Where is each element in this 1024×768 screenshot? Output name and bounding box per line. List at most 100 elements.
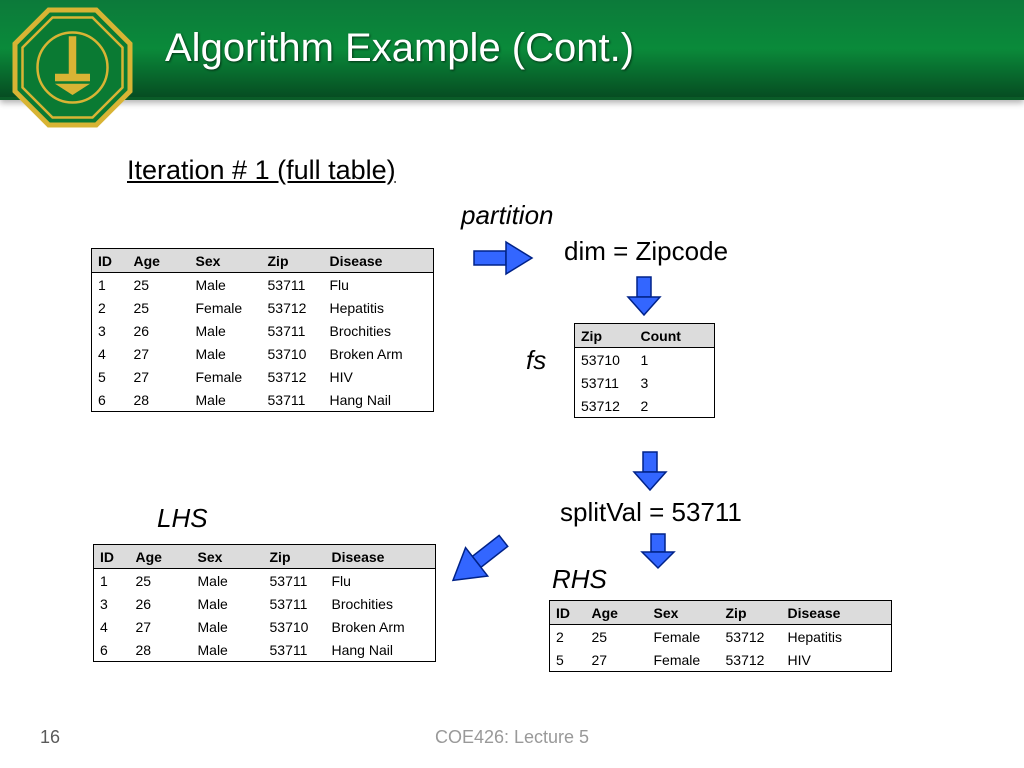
table-cell: Flu: [326, 569, 436, 593]
table-cell: 53711: [264, 592, 326, 615]
table-cell: 53711: [262, 319, 324, 342]
table-cell: 1: [94, 569, 130, 593]
table-header: Zip: [575, 324, 635, 348]
rhs-label: RHS: [552, 564, 607, 595]
table-cell: Flu: [324, 273, 434, 297]
full-table: IDAgeSexZipDisease125Male53711Flu225Fema…: [91, 248, 434, 412]
table-header: Zip: [262, 249, 324, 273]
table-header: Age: [586, 601, 648, 625]
table-header: Sex: [192, 545, 264, 569]
slide-header: Algorithm Example (Cont.): [0, 0, 1024, 100]
table-cell: 53711: [264, 569, 326, 593]
table-row: 628Male53711Hang Nail: [94, 638, 436, 662]
table-header: Sex: [190, 249, 262, 273]
table-cell: 3: [92, 319, 128, 342]
footer-text: COE426: Lecture 5: [0, 727, 1024, 748]
table-header: Disease: [326, 545, 436, 569]
table-row: 125Male53711Flu: [92, 273, 434, 297]
table-cell: Hang Nail: [324, 388, 434, 412]
table-cell: 25: [586, 625, 648, 649]
table-cell: HIV: [324, 365, 434, 388]
table-cell: 53712: [575, 394, 635, 418]
table-header: ID: [92, 249, 128, 273]
table-header: Sex: [648, 601, 720, 625]
rhs-table: IDAgeSexZipDisease225Female53712Hepatiti…: [549, 600, 892, 672]
table-cell: 27: [128, 365, 190, 388]
table-row: 427Male53710Broken Arm: [94, 615, 436, 638]
table-cell: 2: [635, 394, 715, 418]
table-cell: 53710: [264, 615, 326, 638]
table-cell: 26: [128, 319, 190, 342]
table-cell: Brochities: [324, 319, 434, 342]
table-header: Age: [130, 545, 192, 569]
table-cell: 3: [635, 371, 715, 394]
table-header: Zip: [720, 601, 782, 625]
table-cell: Hepatitis: [782, 625, 892, 649]
zip-count-table: ZipCount537101537113537122: [574, 323, 715, 418]
table-row: 326Male53711Brochities: [92, 319, 434, 342]
table-cell: 53712: [720, 648, 782, 672]
table-cell: 53712: [262, 296, 324, 319]
table-row: 225Female53712Hepatitis: [550, 625, 892, 649]
table-cell: 53710: [262, 342, 324, 365]
table-cell: 53711: [262, 273, 324, 297]
table-cell: 28: [128, 388, 190, 412]
table-cell: Male: [190, 273, 262, 297]
table-cell: 6: [94, 638, 130, 662]
table-cell: Male: [190, 319, 262, 342]
partition-label: partition: [461, 200, 554, 231]
table-cell: 5: [92, 365, 128, 388]
table-cell: 27: [586, 648, 648, 672]
table-row: 326Male53711Brochities: [94, 592, 436, 615]
table-cell: 4: [92, 342, 128, 365]
table-header: Zip: [264, 545, 326, 569]
table-header: ID: [550, 601, 586, 625]
arrow-down-icon: [638, 532, 678, 572]
table-cell: Female: [648, 648, 720, 672]
fs-label: fs: [526, 345, 546, 376]
table-cell: 1: [92, 273, 128, 297]
table-cell: 27: [128, 342, 190, 365]
dim-label: dim = Zipcode: [564, 236, 728, 267]
slide-body: Iteration # 1 (full table) IDAgeSexZipDi…: [0, 100, 1024, 768]
arrow-diag-left-icon: [440, 532, 518, 588]
table-row: 225Female53712Hepatitis: [92, 296, 434, 319]
table-cell: 6: [92, 388, 128, 412]
table-cell: Female: [190, 365, 262, 388]
table-cell: 1: [635, 348, 715, 372]
arrow-down-icon: [624, 275, 664, 319]
table-cell: Hepatitis: [324, 296, 434, 319]
table-header: Disease: [324, 249, 434, 273]
table-cell: Male: [192, 592, 264, 615]
table-header: Count: [635, 324, 715, 348]
arrow-down-icon: [630, 450, 670, 494]
table-row: 527Female53712HIV: [92, 365, 434, 388]
table-cell: Male: [192, 638, 264, 662]
slide-title: Algorithm Example (Cont.): [165, 26, 634, 71]
table-cell: 25: [128, 273, 190, 297]
arrow-right-icon: [470, 238, 538, 278]
table-cell: 53712: [720, 625, 782, 649]
table-cell: Male: [192, 569, 264, 593]
table-row: 628Male53711Hang Nail: [92, 388, 434, 412]
table-cell: Hang Nail: [326, 638, 436, 662]
table-cell: 2: [550, 625, 586, 649]
table-cell: 27: [130, 615, 192, 638]
table-header: Age: [128, 249, 190, 273]
table-cell: Female: [648, 625, 720, 649]
table-cell: 3: [94, 592, 130, 615]
table-row: 537113: [575, 371, 715, 394]
table-cell: 25: [130, 569, 192, 593]
table-cell: 4: [94, 615, 130, 638]
table-cell: 53711: [264, 638, 326, 662]
table-row: 537101: [575, 348, 715, 372]
table-header: Disease: [782, 601, 892, 625]
table-row: 125Male53711Flu: [94, 569, 436, 593]
lhs-table: IDAgeSexZipDisease125Male53711Flu326Male…: [93, 544, 436, 662]
table-cell: Male: [190, 388, 262, 412]
table-cell: Brochities: [326, 592, 436, 615]
table-cell: Male: [192, 615, 264, 638]
table-cell: 53711: [575, 371, 635, 394]
table-cell: 25: [128, 296, 190, 319]
table-cell: 53712: [262, 365, 324, 388]
